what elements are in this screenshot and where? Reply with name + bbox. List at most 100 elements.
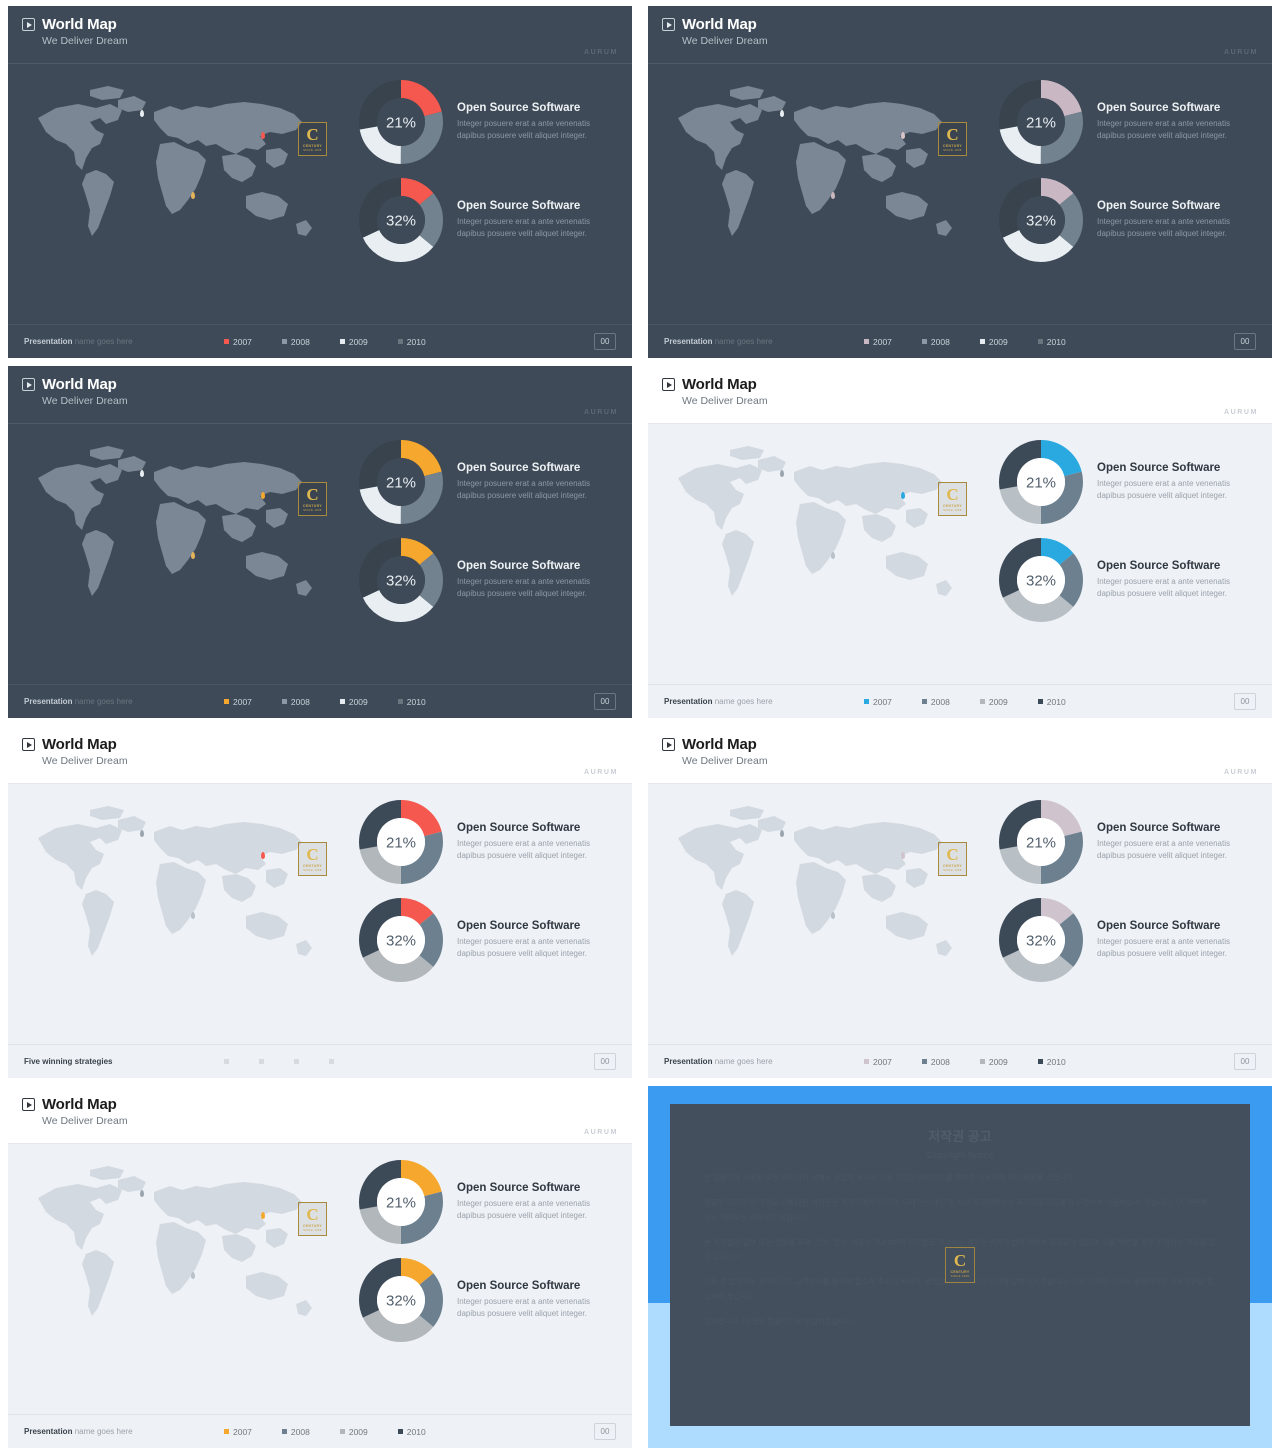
map-pin-asia[interactable] [261,1212,265,1219]
brand-label: AURUM [583,49,618,56]
legend-item-2008: 2008 [281,336,310,347]
map-pin-asia[interactable] [901,852,905,859]
play-icon [662,378,675,391]
footer-subtitle: name goes here [714,1057,773,1066]
slide-body: C CENTURY SINCE 1998 21% Open Source Sof… [648,784,1272,1044]
legend-swatch [1037,699,1043,704]
map-pin-africa[interactable] [831,192,835,199]
legend-swatch [224,339,229,344]
map-pin-asia[interactable] [261,852,265,859]
world-map [38,86,312,236]
map-pin-north-america[interactable] [140,1190,144,1197]
legend-label: 2008 [290,336,310,347]
chart-caption: Open Source Software Integer posuere era… [1097,920,1237,959]
legend-swatch [921,339,927,344]
legend-swatch [921,699,927,704]
chart-description: Integer posuere erat a ante venenatis da… [457,577,590,598]
chart-description: Integer posuere erat a ante venenatis da… [1097,217,1230,238]
legend-label: 2008 [930,696,950,707]
map-container: C CENTURY SINCE 1998 [8,424,353,684]
donut-center-label: 21% [1026,475,1056,492]
map-pin-africa[interactable] [191,552,195,559]
copyright-cell: 저작권 공고 Copyright Notice 본 템플릿에 사용된 모든 이미… [640,1080,1280,1450]
legend-label: 2009 [348,696,368,707]
chart-description: Integer posuere erat a ante venenatis da… [457,1297,590,1318]
brand-label: AURUM [1223,409,1258,416]
page-title: World Map [42,376,117,393]
legend-label: 2010 [406,336,426,347]
page-number: 00 [594,1423,616,1440]
chart-title: Open Source Software [457,920,581,933]
footer-name: Five winning strategies [24,1057,224,1066]
map-pin-asia[interactable] [901,132,905,139]
legend-item-2008: 2008 [921,337,950,347]
legend-label: 2010 [406,1426,426,1437]
slide-header: World Map We Deliver Dream AURUM [8,726,632,784]
donut-chart: 21% [359,1160,443,1244]
map-pin-asia[interactable] [261,132,265,139]
donut-chart: 21% [359,80,443,164]
logo-line2: SINCE 1998 [303,509,322,512]
slide-header: World Map We Deliver Dream AURUM [8,366,632,424]
play-icon [22,18,35,31]
chart-caption: Open Source Software Integer posuere era… [1097,822,1237,861]
legend-item-2009 [294,1059,299,1064]
logo-line1: CENTURY [302,864,323,868]
map-pin-africa[interactable] [191,1272,195,1279]
slide-footer: Presentation name goes here 2007 2008 2009… [8,324,632,358]
legend-item-2010: 2010 [397,696,426,707]
legend-item-2010: 2010 [1037,697,1066,707]
donut-chart: 32% [999,538,1083,622]
chart-title: Open Source Software [457,1280,581,1293]
play-icon [22,738,35,751]
legend-label: 2009 [988,1056,1008,1067]
map-pin-africa[interactable] [831,912,835,919]
donut-center-label: 32% [386,573,416,590]
map-pin-africa[interactable] [191,912,195,919]
footer-name: Presentation name goes here [24,1427,224,1436]
page-subtitle: We Deliver Dream [682,395,768,407]
legend-swatch [864,339,869,344]
map-pin-africa[interactable] [191,192,195,199]
legend-item-2007: 2007 [864,697,892,707]
chart-title: Open Source Software [457,560,581,573]
legend-swatch [259,1059,264,1064]
map-container: C CENTURY SINCE 1998 [8,784,353,1044]
map-pin-africa[interactable] [831,552,835,559]
legend-item-2007: 2007 [224,337,252,347]
legend-item-2007 [224,1059,229,1064]
map-pin-north-america[interactable] [780,110,784,117]
map-pin-asia[interactable] [261,492,265,499]
chart-row: 32% Open Source Software Integer posuere… [353,178,632,262]
legend-item-2009: 2009 [339,337,368,347]
legend-label: 2009 [988,336,1008,347]
chart-caption: Open Source Software Integer posuere era… [457,1280,597,1319]
legend-label: 2010 [406,696,426,707]
map-pin-north-america[interactable] [780,830,784,837]
slide-body: C CENTURY SINCE 1998 21% Open Source Sof… [8,784,632,1044]
map-pin-north-america[interactable] [140,470,144,477]
legend-label: 2007 [233,336,252,347]
chart-description: Integer posuere erat a ante venenatis da… [1097,479,1230,500]
donut-center-label: 32% [386,1293,416,1310]
slide-grid: World Map We Deliver Dream AURUM C CENTU… [0,0,1280,1450]
slide-cell: World Map We Deliver Dream AURUM C CENTU… [0,1080,640,1450]
map-pin-asia[interactable] [901,492,905,499]
legend-swatch [979,1059,985,1064]
donut-chart: 21% [999,440,1083,524]
page-number: 00 [1234,333,1256,350]
footer-title: Presentation [664,337,713,346]
map-pin-north-america[interactable] [140,830,144,837]
donut-center-label: 32% [1026,573,1056,590]
legend: 2007 2008 2009 2010 [224,337,594,347]
charts-column: 21% Open Source Software Integer posuere… [993,424,1272,636]
donut-center-label: 32% [1026,213,1056,230]
map-pin-north-america[interactable] [780,470,784,477]
slide-footer: Presentation name goes here 2007 2008 2009… [648,1044,1272,1078]
slide-cell: World Map We Deliver Dream AURUM C CENTU… [0,0,640,360]
map-pin-north-america[interactable] [140,110,144,117]
page-number: 00 [1234,693,1256,710]
logo-line1: CENTURY [302,144,323,148]
map-container: C CENTURY SINCE 1998 [8,64,353,324]
slide-5-light-red: World Map We Deliver Dream AURUM C CENTU… [8,726,632,1078]
